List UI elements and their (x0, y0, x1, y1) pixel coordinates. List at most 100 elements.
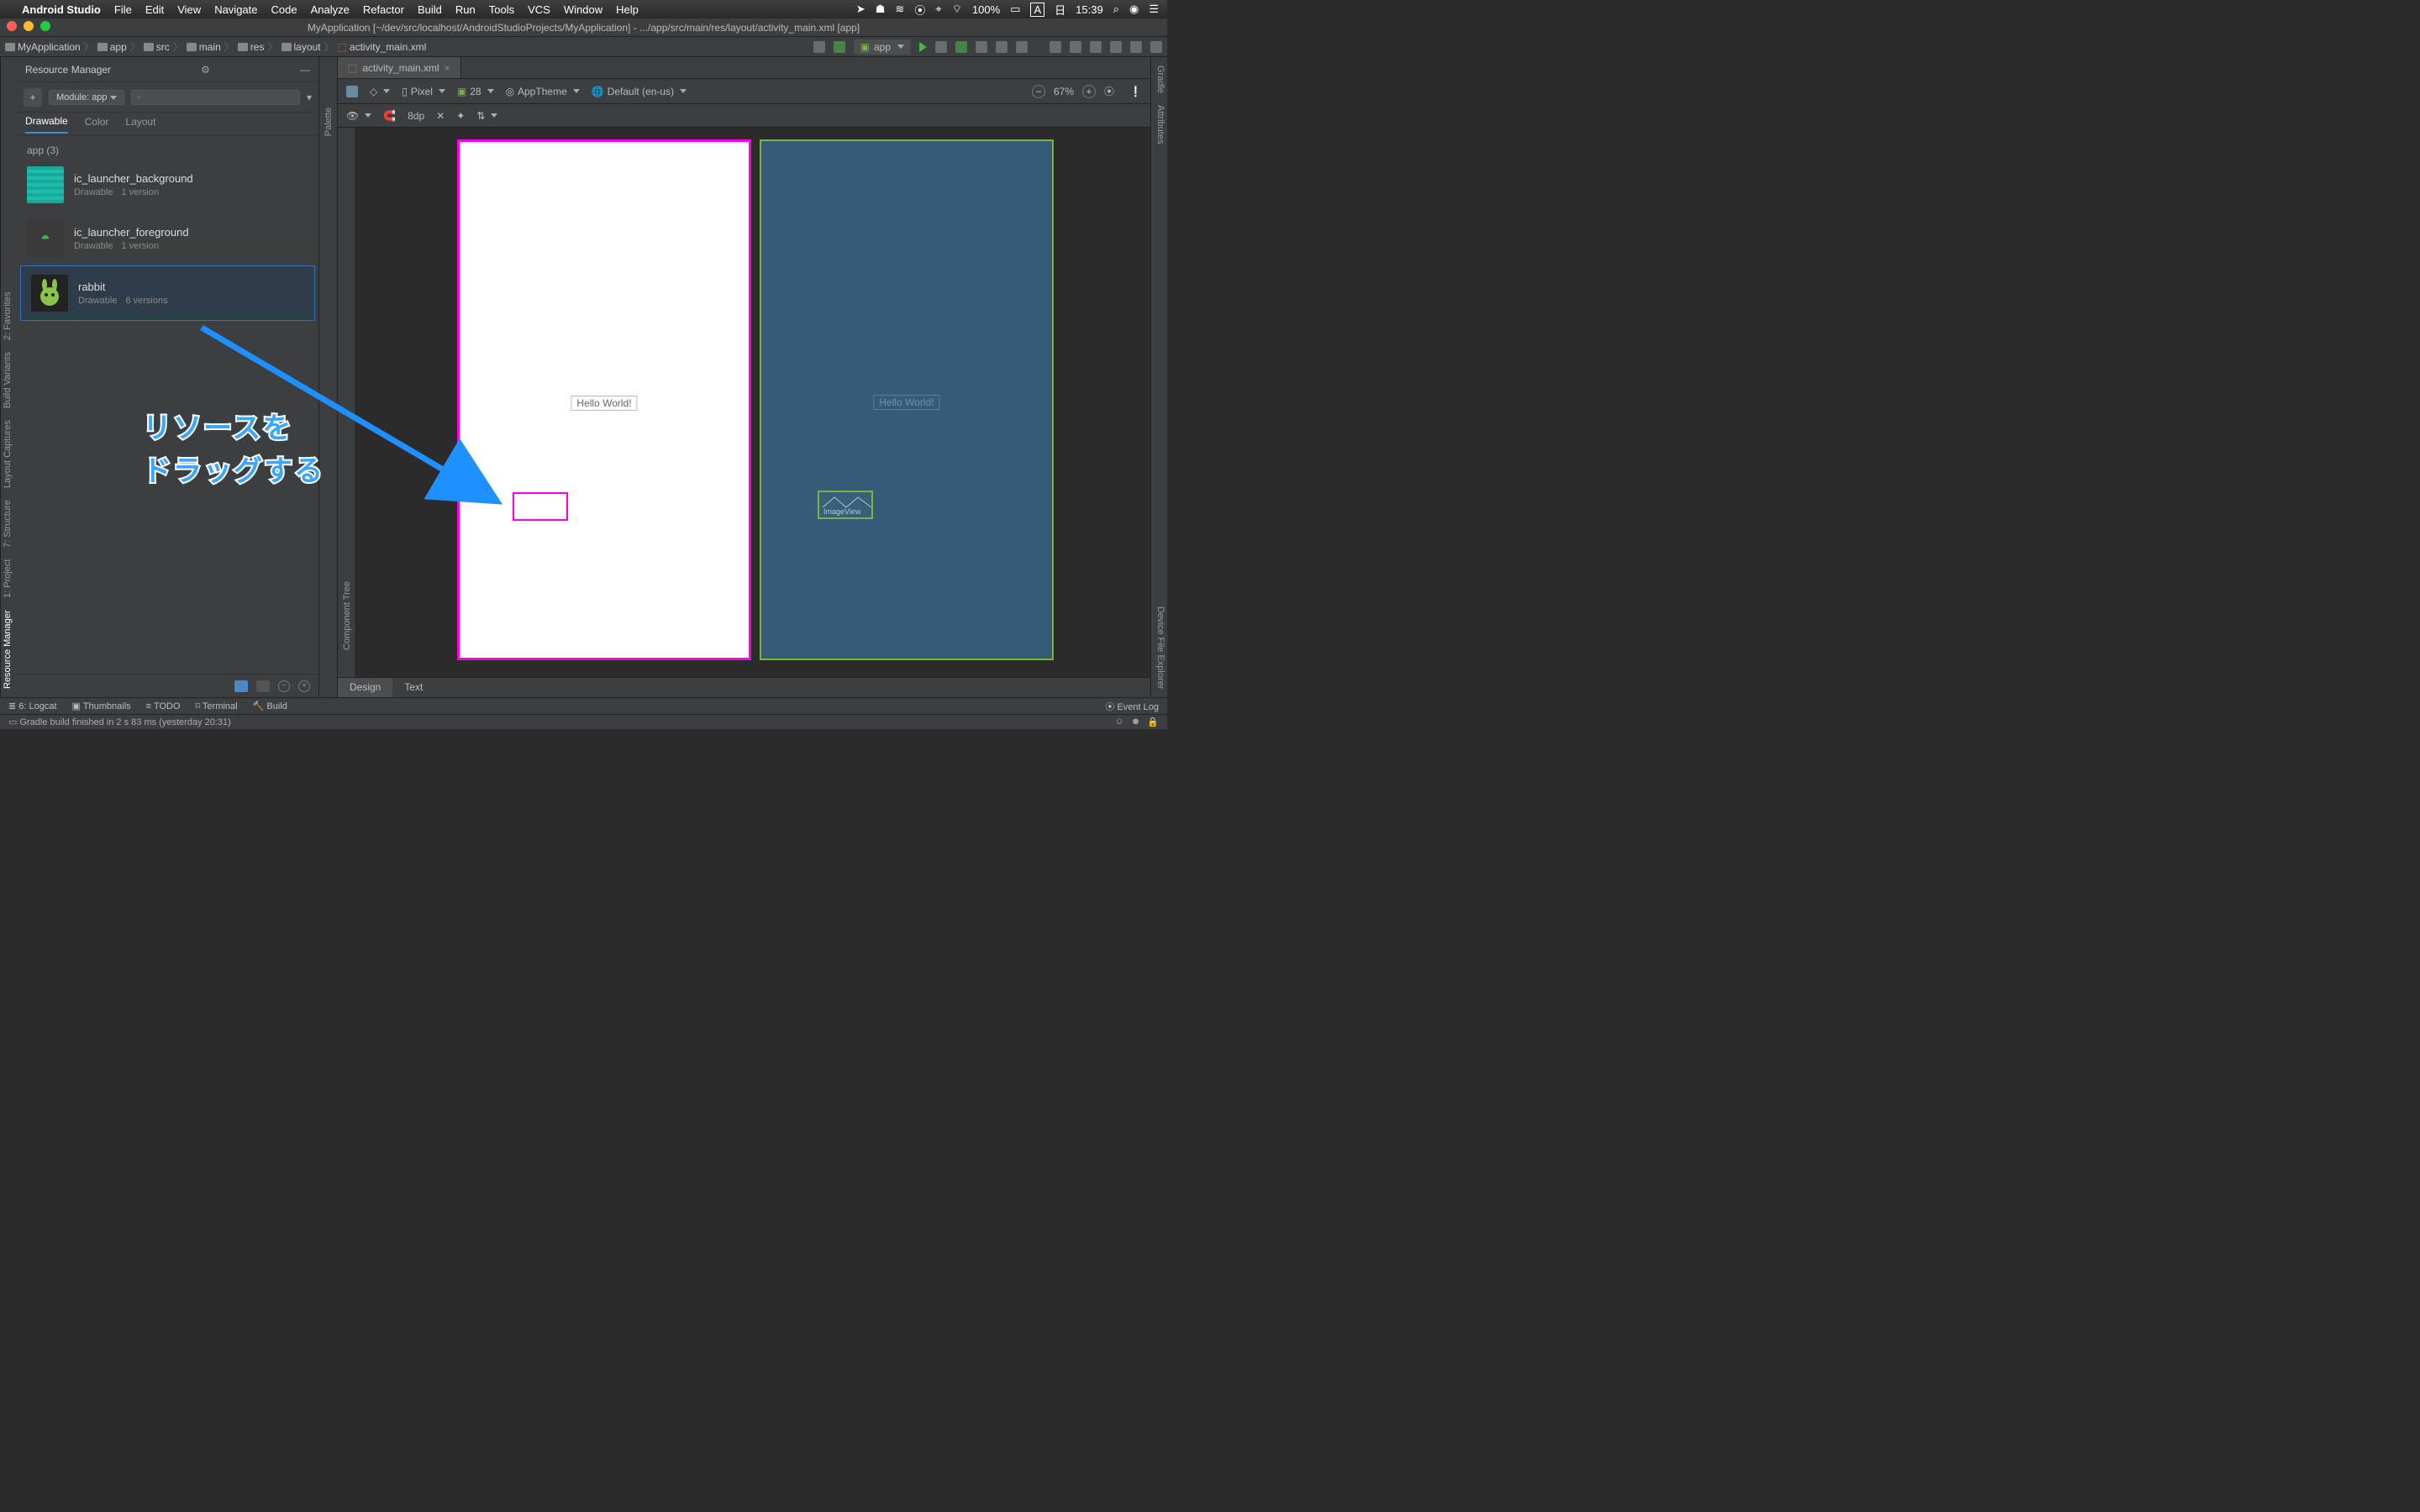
tool-project[interactable]: 1: Project (3, 559, 15, 598)
profile-icon[interactable] (976, 41, 987, 53)
avd-manager-icon[interactable] (1050, 41, 1061, 53)
tab-layout[interactable]: Layout (125, 116, 155, 133)
input-mode[interactable]: A (1030, 3, 1044, 17)
sdk-manager-icon[interactable] (1070, 41, 1081, 53)
zoom-in-icon[interactable]: + (1082, 85, 1096, 98)
notification-center-icon[interactable]: ☰ (1149, 3, 1159, 16)
tool-layout-captures[interactable]: Layout Captures (3, 420, 15, 488)
filter-icon[interactable]: ▾ (307, 92, 312, 103)
default-margin[interactable]: 8dp (408, 110, 424, 122)
tool-structure[interactable]: 7: Structure (3, 500, 15, 548)
zoom-out-icon[interactable]: − (1032, 85, 1045, 98)
magnet-icon[interactable]: 🧲 (383, 110, 396, 122)
menu-vcs[interactable]: VCS (528, 3, 550, 16)
tool-terminal[interactable]: ⌑ Terminal (196, 701, 238, 711)
close-tab-icon[interactable]: × (445, 62, 450, 74)
toolbar-icon[interactable] (1130, 41, 1142, 53)
tab-color[interactable]: Color (85, 116, 109, 133)
crumb-app[interactable]: app (97, 41, 127, 53)
orientation-selector[interactable]: ◇ (370, 86, 390, 97)
menu-code[interactable]: Code (271, 3, 297, 16)
design-mode-icon[interactable] (346, 86, 358, 97)
crumb-res[interactable]: res (238, 41, 265, 53)
view-options-icon[interactable]: 👁 (346, 110, 371, 122)
sync-icon[interactable] (834, 41, 845, 53)
docker-icon[interactable]: ≋ (895, 3, 904, 16)
textview-hello[interactable]: Hello World! (571, 396, 637, 411)
tab-design[interactable]: Design (338, 678, 392, 697)
drop-target-rect[interactable] (513, 492, 568, 521)
tool-build-variants[interactable]: Build Variants (3, 352, 15, 408)
crumb-file[interactable]: ⬚activity_main.xml (338, 41, 427, 53)
tool-resource-manager[interactable]: Resource Manager (3, 610, 15, 689)
search-everywhere-icon[interactable] (1110, 41, 1122, 53)
crumb-src[interactable]: src (144, 41, 170, 53)
lock-icon[interactable]: 🔒 (1147, 717, 1159, 727)
design-surface[interactable]: Hello World! (457, 139, 751, 660)
zoom-fit-icon[interactable]: ⦿ (1104, 84, 1114, 98)
tool-thumbnails[interactable]: ▣ Thumbnails (72, 701, 131, 711)
menu-build[interactable]: Build (418, 3, 442, 16)
resource-item[interactable]: ic_launcher_background Drawable1 version (17, 158, 318, 212)
tool-device-file-explorer[interactable]: Device File Explorer (1153, 606, 1165, 689)
component-tree-label[interactable]: Component Tree (342, 581, 352, 650)
status-tray-icon[interactable]: ⦿ (914, 2, 925, 18)
ide-face-icon[interactable]: ☻ (1131, 717, 1141, 727)
menu-refactor[interactable]: Refactor (363, 3, 404, 16)
locale-selector[interactable]: 🌐 Default (en-us) (592, 86, 687, 97)
tool-gradle[interactable]: Gradle (1153, 66, 1165, 93)
design-canvas[interactable]: Hello World! Hello World! ImageView (356, 128, 1150, 677)
debug-icon[interactable] (955, 41, 967, 53)
module-selector[interactable]: Module: app (49, 90, 124, 105)
toolbar-icon[interactable] (1150, 41, 1162, 53)
resource-search-input[interactable] (131, 90, 300, 105)
clear-constraints-icon[interactable]: ✕ (436, 110, 445, 122)
clock-time[interactable]: 15:39 (1076, 3, 1103, 16)
tab-text[interactable]: Text (392, 678, 434, 697)
menu-help[interactable]: Help (616, 3, 639, 16)
spotlight-icon[interactable]: ⌕ (1113, 3, 1119, 16)
resource-item[interactable]: ◓ ic_launcher_foreground Drawable1 versi… (17, 212, 318, 265)
make-project-icon[interactable] (813, 41, 825, 53)
tab-drawable[interactable]: Drawable (25, 115, 68, 134)
wifi-icon[interactable]: ⌔ (952, 3, 962, 16)
tool-favorites[interactable]: 2: Favorites (3, 292, 15, 340)
menu-view[interactable]: View (177, 3, 201, 16)
zoom-in-icon[interactable]: + (298, 680, 310, 692)
stop-icon[interactable] (1016, 41, 1028, 53)
list-view-icon[interactable] (234, 680, 248, 692)
tool-todo[interactable]: ≡ TODO (146, 701, 181, 711)
app-menu-title[interactable]: Android Studio (22, 3, 101, 16)
siri-icon[interactable]: ◉ (1129, 3, 1139, 16)
resource-item-selected[interactable]: rabbit Drawable6 versions (20, 265, 315, 321)
window-zoom[interactable] (40, 21, 50, 31)
clock-day[interactable]: 日 (1055, 2, 1065, 18)
menu-run[interactable]: Run (455, 3, 476, 16)
tool-build[interactable]: 🔨 Build (253, 701, 287, 711)
toolbar-icon[interactable] (1090, 41, 1102, 53)
ide-face-icon[interactable]: ☺ (1114, 717, 1123, 727)
run-config-selector[interactable]: ▣app (854, 39, 911, 55)
palette-label[interactable]: Palette (324, 108, 334, 136)
crumb-project[interactable]: MyApplication (5, 41, 81, 53)
device-selector[interactable]: ▯ Pixel (402, 86, 445, 97)
pack-icon[interactable]: ⇅ (476, 110, 497, 122)
battery-icon[interactable]: ▭ (1010, 3, 1020, 16)
zoom-out-icon[interactable]: − (278, 680, 290, 692)
menu-analyze[interactable]: Analyze (311, 3, 350, 16)
menu-window[interactable]: Window (564, 3, 602, 16)
imageview-blueprint[interactable]: ImageView (818, 491, 873, 519)
blueprint-surface[interactable]: Hello World! ImageView (760, 139, 1054, 660)
infer-constraints-icon[interactable]: ✦ (456, 110, 465, 122)
run-button[interactable] (919, 42, 927, 52)
battery-percent[interactable]: 100% (972, 3, 1000, 16)
menu-file[interactable]: File (114, 3, 132, 16)
event-log[interactable]: ⦿ Event Log (1105, 700, 1159, 713)
crumb-layout[interactable]: layout (281, 41, 321, 53)
bluetooth-icon[interactable]: ⌖ (935, 3, 941, 16)
crumb-main[interactable]: main (187, 41, 221, 53)
api-selector[interactable]: ▣ 28 (457, 86, 494, 97)
textview-hello-blueprint[interactable]: Hello World! (873, 395, 939, 410)
theme-selector[interactable]: ◎ AppTheme (506, 86, 580, 97)
apply-changes-icon[interactable] (935, 41, 947, 53)
